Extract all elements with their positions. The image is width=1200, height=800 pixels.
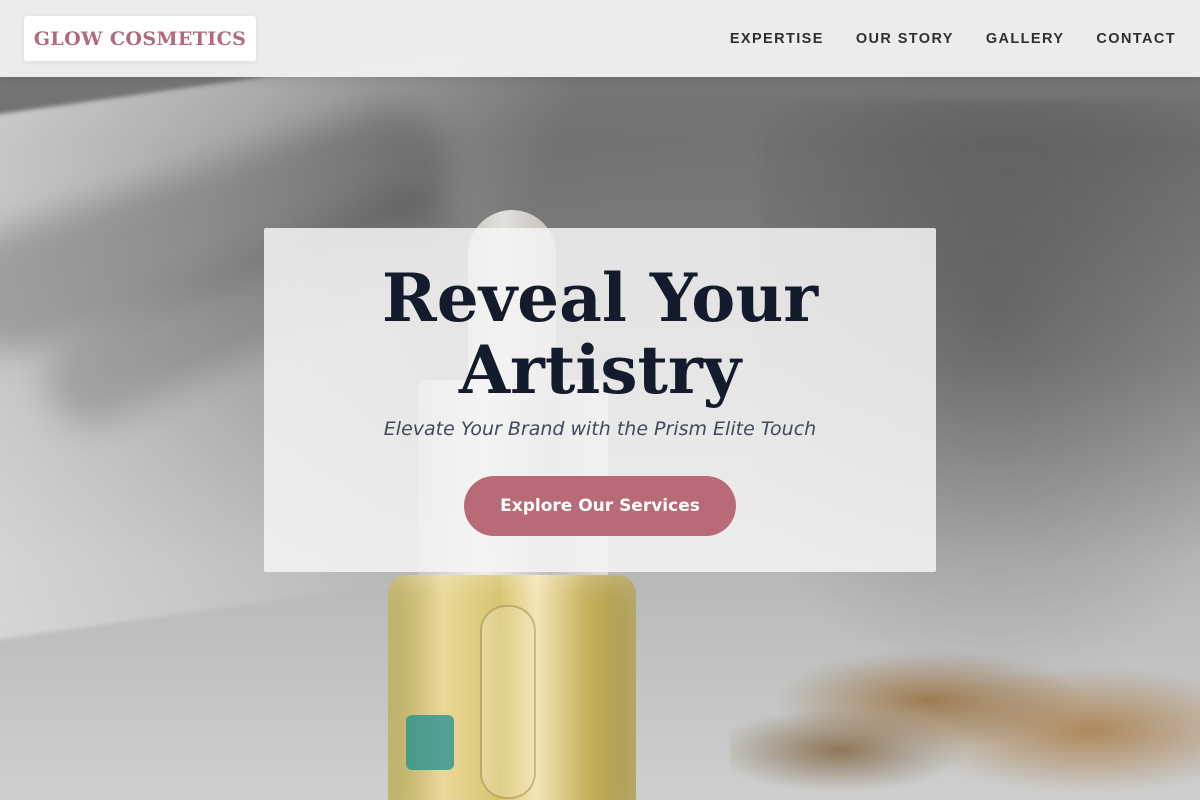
hero-card: Reveal Your Artistry Elevate Your Brand … (264, 228, 936, 572)
dried-grass-image (730, 610, 1200, 800)
bottle-glass (388, 575, 636, 800)
nav-link-our-story[interactable]: OUR STORY (856, 31, 954, 47)
brand-logo[interactable]: GLOW COSMETICS (24, 16, 256, 61)
nav-link-gallery[interactable]: GALLERY (986, 31, 1065, 47)
hero-title: Reveal Your Artistry (381, 259, 819, 409)
main-nav: EXPERTISE OUR STORY GALLERY CONTACT (730, 31, 1176, 47)
nav-link-expertise[interactable]: EXPERTISE (730, 31, 824, 47)
explore-services-button[interactable]: Explore Our Services (464, 476, 736, 536)
site-header: GLOW COSMETICS EXPERTISE OUR STORY GALLE… (0, 0, 1200, 77)
nav-link-contact[interactable]: CONTACT (1096, 31, 1176, 47)
hero-subtitle: Elevate Your Brand with the Prism Elite … (383, 418, 817, 440)
